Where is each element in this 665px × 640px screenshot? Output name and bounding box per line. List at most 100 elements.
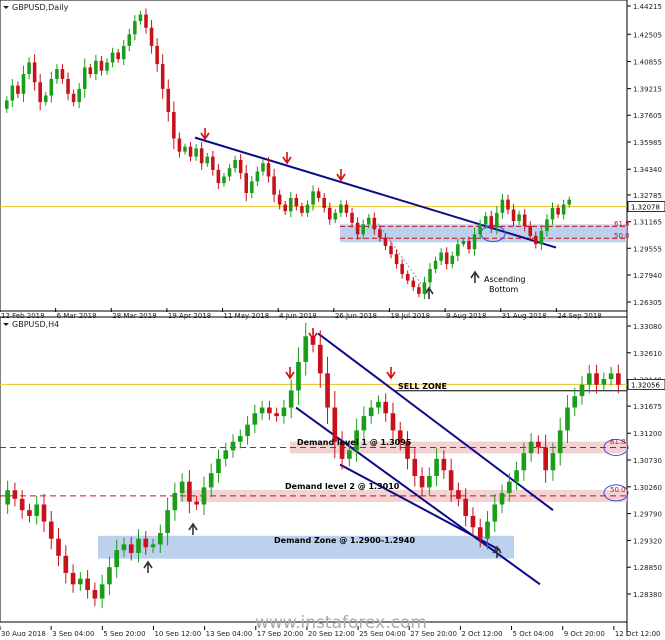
candle-body [16, 85, 20, 94]
watermark: www.instaforex.com [255, 613, 427, 633]
candle-body [5, 100, 9, 109]
candle-body [166, 88, 171, 113]
daily-y-label: 1.40855 [633, 59, 662, 67]
candle-body [378, 229, 382, 238]
candle-body [250, 181, 254, 194]
candle-body [274, 413, 279, 417]
candle-body [506, 481, 512, 494]
candle-body [155, 45, 159, 65]
daily-y-label: 1.31165 [633, 219, 662, 227]
candle-body [60, 69, 65, 79]
candle-body [49, 78, 54, 96]
demand-level-1-label: Demand level 1 @ 1.3095 [297, 438, 412, 447]
candle-body [71, 93, 76, 103]
daily-x-label: 26 Jun 2018 [335, 312, 377, 320]
candle-body [208, 473, 214, 488]
h4-panel-frame [0, 316, 628, 623]
candle-body [561, 204, 566, 215]
candle-body [177, 138, 182, 152]
h4-y-label: 1.30260 [633, 484, 662, 492]
candle-body [517, 214, 521, 222]
candle-body [288, 390, 294, 408]
candle-body [467, 240, 471, 250]
candle-body [339, 204, 343, 213]
candle-body [332, 407, 338, 442]
candle-body [565, 407, 570, 431]
candle-body [259, 407, 265, 414]
candle-body [107, 567, 112, 585]
candle-body [472, 234, 477, 250]
candle-body [160, 64, 165, 89]
candle-body [19, 498, 25, 511]
h4-price-badge-text: 1.32056 [631, 381, 660, 389]
candle-body [230, 441, 236, 451]
candle-body [261, 163, 265, 172]
daily-x-label: 18 Jul 2018 [390, 312, 430, 320]
candle-body [316, 191, 321, 198]
candle-body [528, 441, 534, 454]
h4-x-label: 30 Aug 2018 [1, 630, 46, 636]
candle-body [567, 199, 571, 205]
candle-body [361, 416, 367, 431]
candle-body [165, 510, 170, 533]
h4-x-label: 10 Sep 12:00 [154, 630, 201, 636]
candle-body [608, 373, 614, 380]
candle-body [428, 269, 432, 283]
candle-body [41, 504, 47, 522]
candle-body [63, 555, 69, 573]
candle-body [463, 498, 469, 516]
candle-body [77, 88, 81, 103]
candle-body [543, 447, 548, 471]
candle-body [333, 212, 338, 220]
candle-body [283, 204, 287, 212]
candle-body [144, 14, 148, 28]
candle-body [350, 212, 354, 223]
candle-body [56, 538, 61, 556]
candle-body [376, 401, 381, 408]
candle-body [116, 52, 120, 60]
candle-body [227, 168, 232, 177]
candle-body [32, 62, 37, 83]
candle-body [470, 515, 476, 528]
h4-x-label: 3 Sep 04:00 [52, 630, 94, 636]
candle-body [311, 191, 315, 205]
candle-body [43, 95, 48, 103]
candle-body [88, 67, 93, 75]
candle-body [187, 481, 192, 502]
candle-body [277, 194, 282, 205]
candle-body [21, 74, 26, 94]
demand-zone-label: Demand Zone @ 1.2900-1.2940 [274, 536, 415, 545]
daily-title: GBPUSD,Daily [12, 3, 69, 12]
daily-y-label: 1.26305 [633, 299, 662, 307]
candle-body [368, 407, 374, 417]
daily-y-label: 1.35985 [633, 139, 662, 147]
candle-body [136, 538, 141, 553]
candle-body [138, 14, 143, 22]
h4-y-label: 1.30730 [633, 457, 662, 465]
daily-y-label: 1.37605 [633, 112, 662, 120]
daily-x-label: 12 Feb 2018 [1, 312, 45, 320]
candle-body [183, 146, 187, 152]
candle-body [489, 216, 494, 228]
candle-body [616, 373, 621, 385]
h4-title: GBPUSD,H4 [12, 320, 59, 329]
candle-body [38, 82, 42, 103]
daily-x-label: 24 Sep 2018 [557, 312, 601, 320]
candle-body [485, 521, 490, 539]
candle-body [355, 222, 360, 235]
candle-body [300, 206, 304, 213]
candle-body [461, 240, 466, 245]
candle-body [245, 424, 250, 437]
candle-body [310, 336, 316, 345]
daily-y-label: 1.42505 [633, 31, 662, 39]
candle-body [483, 216, 488, 225]
candle-body [272, 176, 276, 195]
candle-body [400, 264, 404, 274]
daily-y-label: 1.32785 [633, 192, 662, 200]
candle-body [211, 156, 215, 170]
candle-body [267, 407, 272, 414]
candle-body [411, 280, 416, 288]
candle-body [133, 21, 137, 35]
candle-body [157, 532, 163, 545]
candle-body [499, 493, 505, 505]
